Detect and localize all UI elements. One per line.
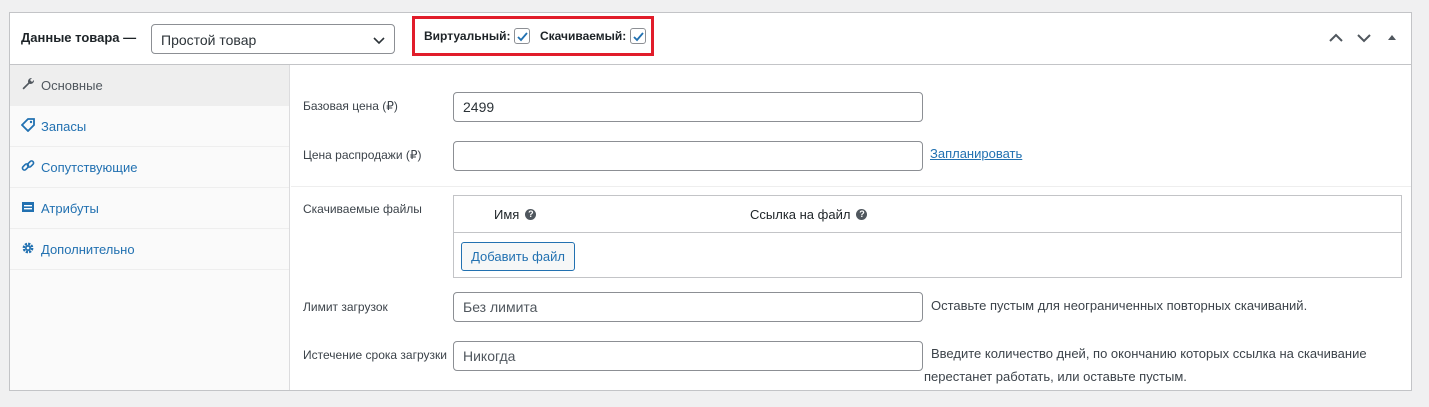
download-expiry-input[interactable]: Никогда xyxy=(453,341,923,371)
tab-general[interactable]: Основные xyxy=(10,65,289,106)
regular-price-input[interactable]: 2499 xyxy=(453,92,923,122)
gear-icon xyxy=(21,241,35,255)
tab-inventory[interactable]: Запасы xyxy=(10,106,289,147)
move-up-icon[interactable] xyxy=(1327,29,1345,47)
list-icon xyxy=(21,200,35,214)
files-col-url-label: Ссылка на файл xyxy=(750,207,851,222)
checkmark-icon xyxy=(517,32,529,42)
downloadable-label: Скачиваемый: xyxy=(540,29,627,43)
downloadable-option[interactable]: Скачиваемый: xyxy=(540,28,647,44)
tag-icon xyxy=(20,118,35,133)
help-icon[interactable]: ? xyxy=(856,209,868,220)
virtual-option[interactable]: Виртуальный: xyxy=(424,28,531,44)
move-down-icon[interactable] xyxy=(1355,29,1373,47)
help-icon[interactable]: ? xyxy=(525,209,537,220)
tab-linked-products-label: Сопутствующие xyxy=(41,160,138,175)
sale-price-input[interactable] xyxy=(453,141,923,171)
virtual-label: Виртуальный: xyxy=(424,29,511,43)
checkmark-icon xyxy=(633,32,644,42)
downloadable-files-table: Имя ? Ссылка на файл ? Добавить файл xyxy=(453,195,1402,278)
add-file-button[interactable]: Добавить файл xyxy=(461,242,575,271)
download-expiry-hint-line1: Введите количество дней, по окончанию ко… xyxy=(931,346,1367,361)
section-divider xyxy=(291,186,1411,187)
download-limit-hint: Оставьте пустым для неограниченных повто… xyxy=(931,298,1308,313)
product-type-select[interactable]: Простой товар xyxy=(151,24,395,54)
tab-attributes[interactable]: Атрибуты xyxy=(10,188,289,229)
files-col-name: Имя ? xyxy=(494,207,537,222)
link-icon xyxy=(21,159,35,173)
tab-advanced-label: Дополнительно xyxy=(41,242,135,257)
product-type-value: Простой товар xyxy=(161,32,257,48)
virtual-checkbox[interactable] xyxy=(514,28,531,44)
downloadable-files-label: Скачиваемые файлы xyxy=(303,202,422,216)
tab-general-label: Основные xyxy=(41,78,103,93)
download-expiry-hint-line2: перестанет работать, или оставьте пустым… xyxy=(924,369,1187,384)
sale-price-label: Цена распродажи (₽) xyxy=(303,148,422,162)
files-table-header: Имя ? Ссылка на файл ? xyxy=(454,196,1401,233)
toggle-panel-icon[interactable] xyxy=(1383,29,1401,47)
tab-advanced[interactable]: Дополнительно xyxy=(10,229,289,270)
panel-title: Данные товара — xyxy=(21,30,137,45)
wrench-icon xyxy=(21,77,35,91)
download-expiry-label: Истечение срока загрузки xyxy=(303,348,447,362)
tab-attributes-label: Атрибуты xyxy=(41,201,99,216)
tab-inventory-label: Запасы xyxy=(41,119,87,134)
tab-linked-products[interactable]: Сопутствующие xyxy=(10,147,289,188)
download-limit-input[interactable]: Без лимита xyxy=(453,292,923,322)
download-limit-label: Лимит загрузок xyxy=(303,300,388,314)
downloadable-checkbox[interactable] xyxy=(630,28,647,44)
product-data-tabs: Основные Запасы Сопутствующие Атрибуты Д… xyxy=(10,65,290,390)
chevron-down-icon xyxy=(372,33,386,47)
panel-controls xyxy=(1327,29,1401,47)
files-col-url: Ссылка на файл ? xyxy=(750,207,868,222)
files-col-name-label: Имя xyxy=(494,207,520,222)
general-tab-content: Базовая цена (₽) 2499 Цена распродажи (₽… xyxy=(291,65,1411,390)
product-data-panel: Данные товара — Простой товар Виртуальны… xyxy=(9,12,1412,391)
regular-price-label: Базовая цена (₽) xyxy=(303,99,398,113)
panel-header: Данные товара — Простой товар Виртуальны… xyxy=(10,13,1411,65)
schedule-sale-link[interactable]: Запланировать xyxy=(930,146,1022,161)
